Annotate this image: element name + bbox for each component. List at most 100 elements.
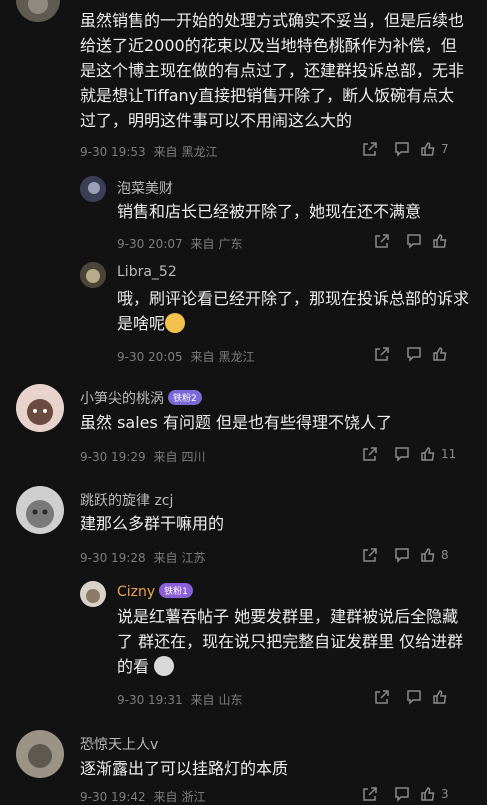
comment-icon <box>407 347 421 362</box>
comment-text: 哦，刷评论看已经开除了，那现在投诉总部的诉求是啥呢 <box>117 286 472 336</box>
comment-from: 来自 <box>153 790 178 804</box>
like-count: 3 <box>441 787 449 801</box>
thumbs-up-icon <box>433 234 447 248</box>
like-count: 11 <box>441 447 457 461</box>
like-count: 8 <box>441 548 449 562</box>
commenter-name[interactable]: 小笋尖的桃涡 铁粉2 <box>80 388 202 408</box>
comment-from: 来自 <box>153 145 178 159</box>
comment-text: 虽然销售的一开始的处理方式确实不妥当，但是后续也给送了近2000的花束以及当地特… <box>80 11 465 130</box>
comment-meta: 9-30 19:53 来自 黑龙江 <box>80 143 222 160</box>
husky-emoji-icon <box>154 656 175 676</box>
comment-from: 来自 <box>190 237 215 251</box>
avatar[interactable] <box>80 581 106 607</box>
share-icon <box>363 447 377 461</box>
comment-from: 来自 <box>190 350 215 364</box>
comment-text: 说是红薯吞帖子 她要发群里，建群被说后全隐藏了 群还在，现在说只把完整自证发群里… <box>117 604 472 679</box>
commenter-name[interactable]: Libra_52 <box>117 264 177 280</box>
avatar-image <box>16 486 64 534</box>
avatar-image <box>80 176 106 202</box>
share-button[interactable] <box>354 141 386 157</box>
share-icon <box>375 234 389 248</box>
fan-badge: 铁粉2 <box>168 390 202 405</box>
comment-actions <box>366 346 453 362</box>
comment-actions: 8 <box>354 547 449 563</box>
commenter-name[interactable]: 跳跃的旋律 zcj <box>80 490 173 510</box>
avatar[interactable] <box>16 486 64 534</box>
avatar-image <box>80 581 106 607</box>
comment-meta: 9-30 19:28 来自 江苏 <box>80 549 210 566</box>
comment-date: 9-30 19:28 <box>80 551 146 565</box>
like-button[interactable]: 11 <box>420 446 456 462</box>
commenter-name[interactable]: 恐惊天上人v <box>80 734 158 754</box>
comment-date: 9-30 20:05 <box>117 350 183 364</box>
share-button[interactable] <box>354 446 386 462</box>
comment-meta: 9-30 19:31 来自 山东 <box>117 691 247 708</box>
comment-date: 9-30 19:42 <box>80 790 146 804</box>
comment-location: 广东 <box>218 237 243 251</box>
comment-icon <box>407 690 421 705</box>
comment-location: 山东 <box>218 693 243 707</box>
reply-button[interactable] <box>386 141 418 157</box>
fan-badge: 铁粉1 <box>159 583 193 598</box>
comment-actions: 11 <box>354 446 456 462</box>
laughing-emoji-icon <box>165 313 186 333</box>
comment-from: 来自 <box>153 450 178 464</box>
thumbs-up-icon <box>421 447 435 461</box>
comment-text: 销售和店长已经被开除了，她现在还不满意 <box>117 202 422 221</box>
comment-location: 江苏 <box>181 551 206 565</box>
like-button[interactable] <box>432 346 453 362</box>
commenter-name[interactable]: 泡菜美财 <box>117 178 173 198</box>
commenter-name-text: Cizny <box>117 584 156 600</box>
comment-text: 逐渐露出了可以挂路灯的本质 <box>80 759 289 778</box>
comment-date: 9-30 20:07 <box>117 237 183 251</box>
thumbs-up-icon <box>433 690 447 704</box>
comment-text: 建那么多群干嘛用的 <box>80 514 225 533</box>
comment-icon <box>407 234 421 249</box>
reply-button[interactable] <box>398 689 430 705</box>
reply-button[interactable] <box>386 547 418 563</box>
comment-meta: 9-30 20:07 来自 广东 <box>117 235 247 252</box>
reply-button[interactable] <box>386 446 418 462</box>
share-button[interactable] <box>354 547 386 563</box>
thumbs-up-icon <box>433 347 447 361</box>
thumbs-up-icon <box>421 142 435 156</box>
reply-button[interactable] <box>398 233 430 249</box>
comment-location: 四川 <box>181 450 206 464</box>
avatar[interactable] <box>16 0 60 22</box>
share-button[interactable] <box>366 346 398 362</box>
comment-date: 9-30 19:29 <box>80 450 146 464</box>
like-button[interactable] <box>432 233 453 249</box>
avatar[interactable] <box>16 384 64 432</box>
comment-icon <box>395 548 409 563</box>
comment-actions: 7 <box>354 141 449 157</box>
comment-date: 9-30 19:53 <box>80 145 146 159</box>
reply-button[interactable] <box>398 346 430 362</box>
comment-from: 来自 <box>190 693 215 707</box>
comment-location: 黑龙江 <box>181 145 218 159</box>
avatar-image <box>16 384 64 432</box>
comment-actions <box>366 689 453 705</box>
like-count: 7 <box>441 142 449 156</box>
comment-icon <box>395 142 409 157</box>
share-button[interactable] <box>366 689 398 705</box>
comment-icon <box>395 447 409 462</box>
like-button[interactable]: 8 <box>420 547 449 563</box>
like-button[interactable] <box>432 689 453 705</box>
comment-date: 9-30 19:31 <box>117 693 183 707</box>
share-icon <box>363 142 377 156</box>
avatar-image <box>80 262 106 288</box>
comment-actions <box>366 233 453 249</box>
share-button[interactable] <box>366 233 398 249</box>
share-icon <box>375 690 389 704</box>
comment-meta: 9-30 19:29 来自 四川 <box>80 448 210 465</box>
thumbs-up-icon <box>421 548 435 562</box>
avatar[interactable] <box>16 730 64 778</box>
commenter-name[interactable]: Cizny 铁粉1 <box>117 583 193 600</box>
comment-meta: 9-30 19:42 来自 浙江 <box>80 788 210 805</box>
like-button[interactable]: 7 <box>420 141 449 157</box>
avatar[interactable] <box>80 176 106 202</box>
comment-from: 来自 <box>153 551 178 565</box>
avatar[interactable] <box>80 262 106 288</box>
comment-location: 浙江 <box>181 790 206 804</box>
avatar-image <box>16 0 60 22</box>
